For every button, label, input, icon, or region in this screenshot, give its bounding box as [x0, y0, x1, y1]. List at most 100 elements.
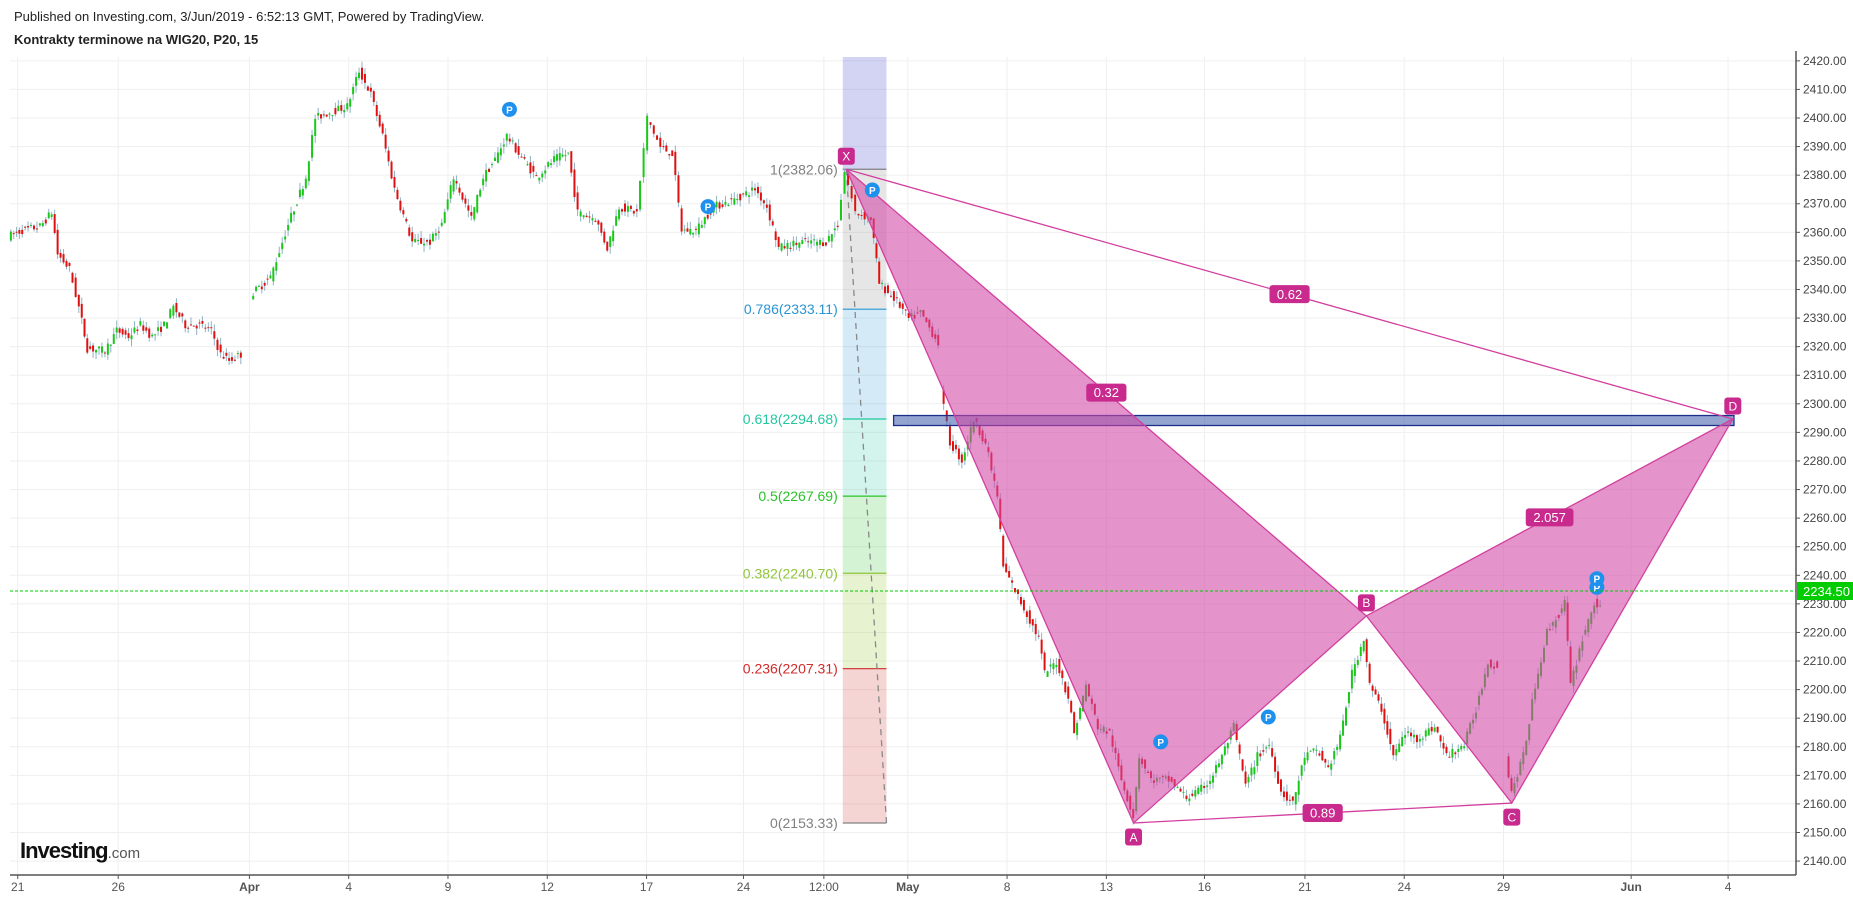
candle-up [564, 155, 567, 157]
candle-up [697, 223, 700, 235]
time-tick-label: 17 [640, 880, 654, 894]
candle-up [1188, 798, 1191, 802]
candle-down [535, 175, 538, 177]
candle-down [1415, 735, 1418, 743]
pattern-point-label: D [1728, 399, 1737, 413]
candle-down [621, 209, 624, 212]
candle-down [795, 242, 798, 245]
candle-down [363, 73, 366, 83]
candle-down [742, 193, 745, 195]
candle-up [1209, 780, 1212, 784]
price-tick-label: 2310.00 [1803, 368, 1847, 382]
candle-down [1386, 721, 1389, 735]
candle-down [378, 114, 381, 127]
pivot-marker-label: P [869, 186, 876, 197]
candle-up [715, 201, 718, 208]
candle-down [1011, 580, 1014, 583]
price-tick-label: 2270.00 [1803, 483, 1847, 497]
pattern-ratio-label: 0.89 [1310, 806, 1335, 821]
time-tick-label: 12 [541, 880, 555, 894]
candle-down [671, 150, 674, 157]
candle-down [83, 318, 86, 337]
candle-up [47, 212, 50, 219]
candle-up [541, 173, 544, 178]
price-tick-label: 2320.00 [1803, 340, 1847, 354]
fib-band [842, 573, 887, 669]
candle-down [53, 214, 56, 234]
candle-up [1250, 767, 1253, 776]
pattern-ratio-label: 0.62 [1277, 287, 1302, 302]
candle-down [1380, 703, 1383, 712]
candle-up [1315, 749, 1318, 751]
candle-down [706, 214, 709, 219]
candle-up [1226, 743, 1229, 749]
candle-down [136, 329, 139, 331]
candle-down [390, 161, 393, 179]
candle-up [1347, 691, 1350, 704]
candle-down [396, 189, 399, 200]
candle-up [1418, 738, 1421, 742]
candle-up [1214, 765, 1217, 774]
candle-down [576, 192, 579, 210]
candle-up [157, 327, 160, 331]
candle-down [1274, 756, 1277, 772]
candle-down [1019, 596, 1022, 605]
price-axis: 2140.00 2150.00 2160.00 2170.00 2180.00 2190.… [1796, 54, 1853, 868]
candle-down [517, 146, 520, 155]
candle-down [659, 137, 662, 147]
candle-up [692, 232, 695, 235]
candle-down [668, 154, 671, 156]
time-tick-label: 29 [1497, 880, 1511, 894]
candle-down [694, 228, 697, 230]
candle-down [184, 320, 187, 329]
candle-down [86, 338, 89, 353]
candle-up [491, 164, 494, 166]
candle-down [656, 135, 659, 140]
candle-up [446, 199, 449, 210]
logo-suffix: .com [107, 845, 141, 862]
candle-up [1268, 744, 1271, 746]
candle-down [263, 282, 266, 286]
price-tick-label: 2180.00 [1803, 740, 1847, 754]
candle-up [1398, 743, 1401, 753]
candle-up [792, 240, 795, 247]
candle-down [1377, 694, 1380, 701]
candle-down [1324, 759, 1327, 763]
fib-retracement: 1(2382.06) 0.786(2333.11) 0.618(2294.68) 0.… [743, 57, 888, 831]
candle-up [482, 178, 485, 186]
candle-down [1374, 689, 1377, 695]
candle-down [1277, 771, 1280, 784]
candle-up [1212, 775, 1215, 783]
candle-down [467, 205, 470, 211]
candle-up [618, 209, 621, 220]
pivot-marker: P [1589, 571, 1605, 587]
candle-down [1259, 753, 1262, 757]
candle-down [857, 213, 860, 216]
price-chart[interactable]: 1(2382.06)0.786(2333.11)0.618(2294.68)0.… [0, 0, 1853, 899]
candle-up [801, 240, 804, 245]
candle-up [1330, 763, 1333, 770]
candle-up [1294, 792, 1297, 805]
candle-up [1309, 750, 1312, 752]
candle-down [1191, 793, 1194, 796]
candle-up [473, 207, 476, 220]
candle-down [121, 328, 124, 335]
price-tick-label: 2390.00 [1803, 140, 1847, 154]
candle-down [381, 123, 384, 134]
candle-down [886, 285, 889, 293]
candle-down [520, 156, 523, 158]
candle-down [322, 114, 325, 116]
candle-up [443, 211, 446, 224]
candle-up [963, 452, 966, 461]
candle-down [127, 333, 130, 339]
candle-down [1022, 600, 1025, 611]
pattern-ratio-label: 0.32 [1094, 385, 1119, 400]
candle-up [452, 179, 455, 192]
candle-down [360, 67, 363, 80]
candle-down [124, 330, 127, 335]
candle-down [756, 186, 759, 194]
candle-up [417, 240, 420, 242]
candle-down [393, 177, 396, 188]
candle-up [733, 198, 736, 205]
candle-up [151, 334, 154, 337]
